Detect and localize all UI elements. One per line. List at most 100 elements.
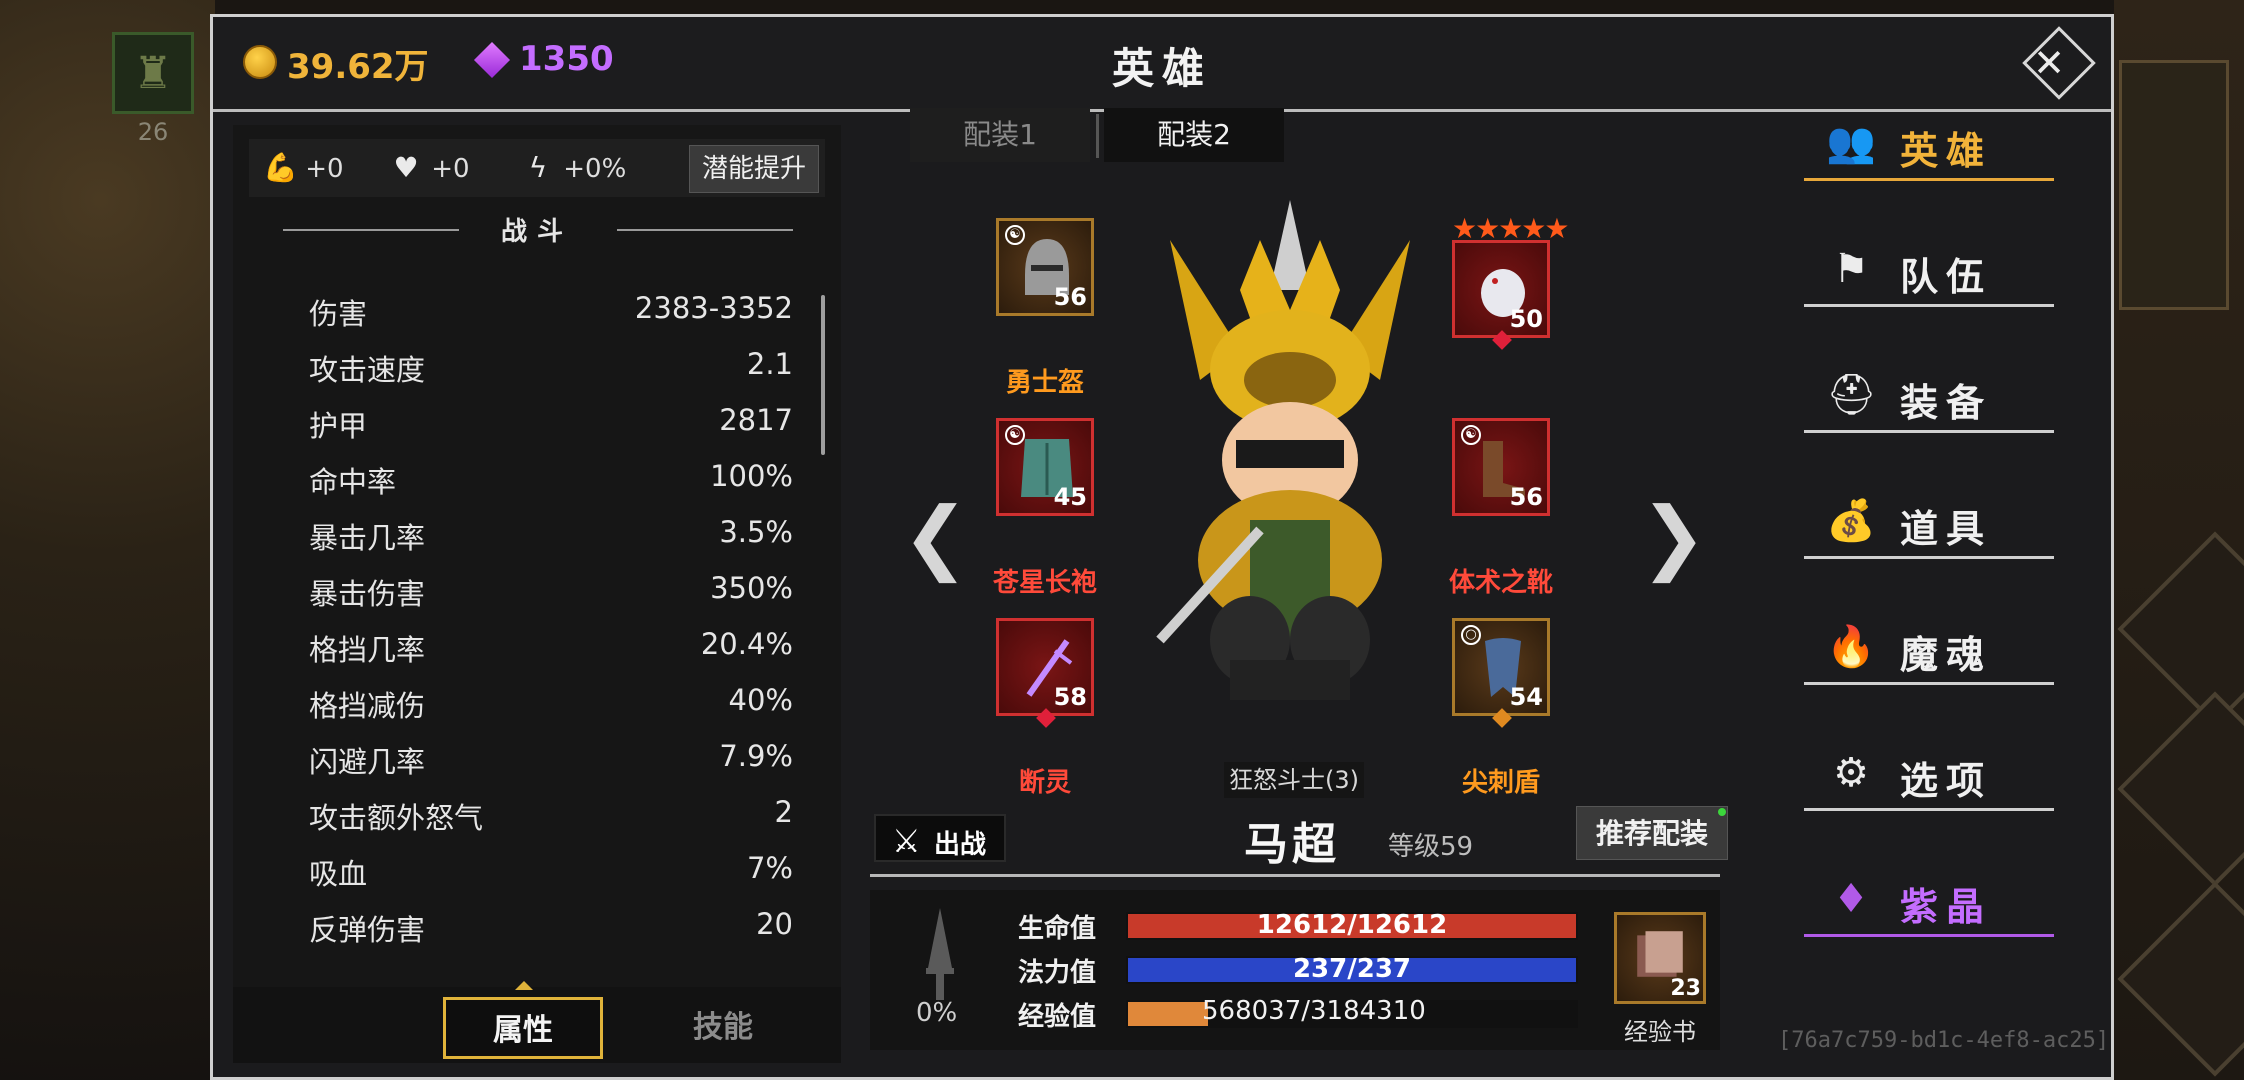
- nav-label: 英雄: [1900, 129, 1993, 173]
- stat-name: 护甲: [309, 409, 368, 443]
- exp-book-label: 经验书: [1624, 1018, 1696, 1046]
- pet-level: 50: [1509, 305, 1543, 333]
- exp-book-count: 23: [1670, 976, 1701, 1001]
- helmet-name: 勇士盔: [1005, 368, 1084, 398]
- hero-level: 等级59: [1388, 832, 1474, 862]
- nav-underline: [1804, 178, 2054, 181]
- strength-value: +0: [305, 154, 344, 184]
- hero-name: 马超: [1244, 819, 1340, 870]
- nav-item-4[interactable]: 🔥 魔魂: [1804, 612, 2054, 685]
- stat-value: 2.1: [746, 347, 793, 381]
- weapon-name: 断灵: [1018, 768, 1071, 798]
- recommend-loadout-button[interactable]: 推荐配装: [1576, 806, 1728, 860]
- lightning-icon: ϟ: [528, 151, 548, 184]
- helmet-slot[interactable]: ☯ 56: [996, 218, 1094, 316]
- deploy-button[interactable]: ⚔ 出战: [874, 814, 1006, 862]
- pet-slot[interactable]: 50: [1452, 240, 1550, 350]
- close-icon[interactable]: ✕: [2023, 37, 2075, 89]
- loadout-separator: [1096, 114, 1099, 158]
- stat-name: 暴击伤害: [309, 577, 426, 611]
- nav-label: 选项: [1900, 759, 1993, 803]
- notification-dot: [1718, 808, 1726, 816]
- robe-slot[interactable]: ☯ 45: [996, 418, 1094, 516]
- users-icon: 👥: [1826, 120, 1876, 166]
- watermark: [76a7c759-bd1c-4ef8-ac25]: [1778, 1028, 2110, 1053]
- hero-character-model: [1156, 200, 1410, 700]
- boots-name: 体术之靴: [1448, 568, 1553, 598]
- potential-upgrade-button[interactable]: 潜能提升: [689, 145, 819, 193]
- stat-row: 暴击几率 3.5%: [293, 507, 793, 563]
- flag-icon: ⚑: [1833, 246, 1869, 292]
- stat-name: 攻击额外怒气: [309, 801, 484, 835]
- potential-row: 💪 +0 ♥ +0 ϟ +0% 潜能提升: [249, 139, 825, 197]
- background-scene-left: [0, 0, 215, 1080]
- boots-slot[interactable]: ☯ 56: [1452, 418, 1550, 516]
- shield-slot[interactable]: ○ 54: [1452, 618, 1550, 728]
- exp-bar-fill: [1128, 1002, 1208, 1026]
- stat-value: 2383-3352: [634, 291, 793, 325]
- nav-underline: [1804, 934, 2054, 937]
- nav-label: 队伍: [1900, 255, 1993, 299]
- stat-name: 闪避几率: [309, 745, 426, 779]
- stat-value: 40%: [728, 683, 793, 717]
- stat-name: 吸血: [309, 857, 368, 891]
- stat-value: 7%: [746, 851, 793, 885]
- tab-skills[interactable]: 技能: [643, 997, 803, 1059]
- mp-value: 237/237: [1292, 954, 1412, 984]
- stat-row: 护甲 2817: [293, 395, 793, 451]
- stats-scrollbar[interactable]: [821, 295, 825, 455]
- stat-value: 350%: [710, 571, 793, 605]
- stat-row: 反弹伤害 20: [293, 899, 793, 955]
- gear-icon: ⚙: [1833, 750, 1869, 796]
- nav-underline: [1804, 682, 2054, 685]
- top-bar: 39.62万 1350 英雄 ✕: [213, 17, 2111, 112]
- stat-row: 暴击伤害 350%: [293, 563, 793, 619]
- nav-underline: [1804, 556, 2054, 559]
- stat-list: 伤害 2383-3352 攻击速度 2.1 护甲 2817 命中率 100% 暴击几率 3.5% 暴…: [293, 283, 793, 955]
- heart-icon: ♥: [393, 151, 419, 184]
- stat-row: 攻击速度 2.1: [293, 339, 793, 395]
- next-hero-arrow[interactable]: ❯: [1640, 490, 1707, 583]
- gem-icon: ♦: [1833, 876, 1869, 922]
- exp-value: 568037/3184310: [1202, 996, 1426, 1026]
- stats-panel: 💪 +0 ♥ +0 ϟ +0% 潜能提升 战斗 伤害 2383-3352 攻击速度 2…: [233, 125, 841, 1063]
- item-level: 56: [1509, 483, 1543, 511]
- shield-name: 尖刺盾: [1461, 768, 1540, 798]
- stat-name: 格挡几率: [309, 633, 426, 667]
- section-divider: [617, 229, 793, 231]
- arm-strength-icon: 💪: [263, 151, 298, 184]
- exp-book-slot[interactable]: 23: [1614, 912, 1706, 1004]
- stat-value: 7.9%: [719, 739, 793, 773]
- rage-percent: 0%: [916, 998, 958, 1028]
- energy-stat: ϟ +0%: [521, 151, 627, 184]
- nav-item-5[interactable]: ⚙ 选项: [1804, 738, 2054, 811]
- item-level: 58: [1053, 683, 1087, 711]
- tab-attributes[interactable]: 属性: [443, 997, 603, 1059]
- stat-name: 暴击几率: [309, 521, 426, 555]
- stat-value: 20.4%: [700, 627, 793, 661]
- hp-value: 12612/12612: [1256, 910, 1448, 940]
- item-level: 54: [1509, 683, 1543, 711]
- stat-name: 攻击速度: [309, 353, 426, 387]
- weapon-slot[interactable]: 58: [996, 618, 1094, 728]
- stat-row: 吸血 7%: [293, 843, 793, 899]
- bag-icon: 💰: [1826, 498, 1876, 544]
- nav-item-0[interactable]: 👥 英雄: [1804, 108, 2054, 181]
- nav-item-6[interactable]: ♦ 紫晶: [1804, 864, 2054, 937]
- tab-loadout-1[interactable]: 配装1: [910, 108, 1090, 162]
- previous-hero-arrow[interactable]: ❮: [902, 490, 969, 583]
- stat-row: 格挡减伤 40%: [293, 675, 793, 731]
- background-item-count: 26: [137, 118, 169, 146]
- rage-sword-icon: [926, 908, 954, 1000]
- page-title: 英雄: [1111, 44, 1212, 93]
- stat-row: 伤害 2383-3352: [293, 283, 793, 339]
- nav-item-3[interactable]: 💰 道具: [1804, 486, 2054, 559]
- nav-item-1[interactable]: ⚑ 队伍: [1804, 234, 2054, 307]
- nav-item-2[interactable]: ⛑ 装备: [1804, 360, 2054, 433]
- active-tab-indicator: [515, 981, 533, 990]
- stat-name: 命中率: [309, 465, 397, 499]
- health-value: +0: [431, 154, 470, 184]
- nav-label: 紫晶: [1900, 885, 1993, 929]
- tab-loadout-2[interactable]: 配装2: [1104, 108, 1284, 162]
- robe-name: 苍星长袍: [992, 568, 1097, 598]
